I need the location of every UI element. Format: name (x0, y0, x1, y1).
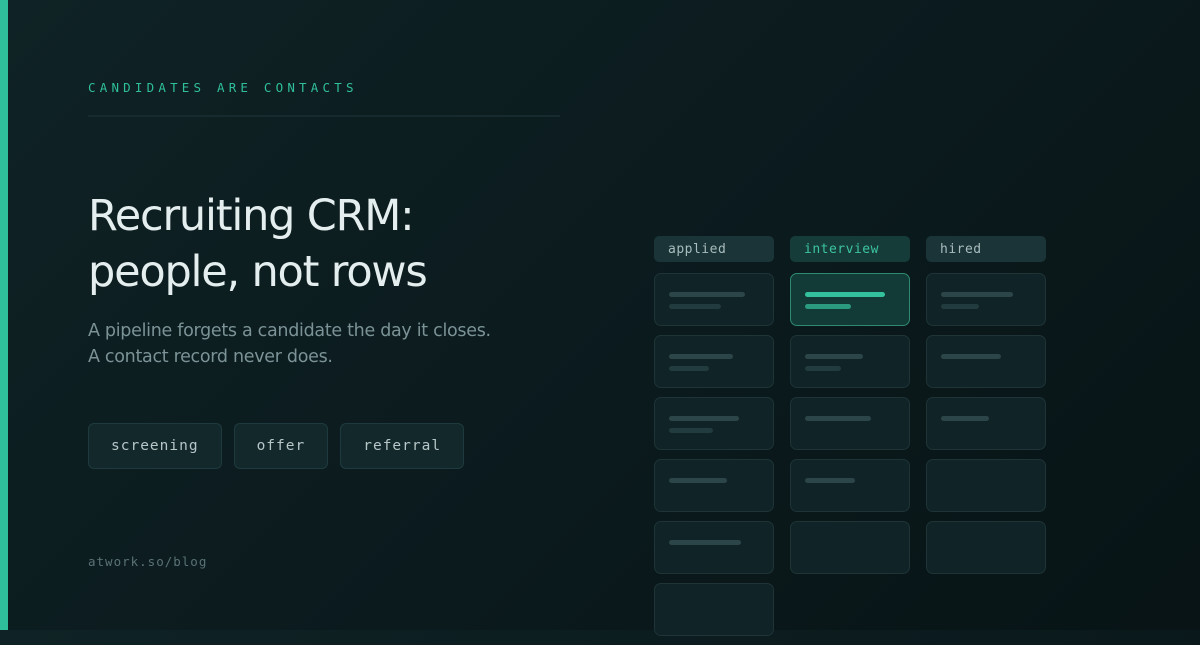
card-line (941, 292, 1013, 297)
candidate-card (654, 397, 774, 450)
card-line (669, 428, 713, 433)
card-line (669, 304, 721, 309)
candidate-card (926, 397, 1046, 450)
candidate-card (654, 335, 774, 388)
candidate-card (654, 521, 774, 574)
candidate-card (654, 459, 774, 512)
candidate-card (790, 521, 910, 574)
card-line (669, 366, 709, 371)
card-line (805, 354, 863, 359)
subtitle: A pipeline forgets a candidate the day i… (88, 318, 491, 370)
card-line (805, 292, 885, 297)
eyebrow-label: CANDIDATES ARE CONTACTS (88, 80, 358, 95)
card-line (941, 304, 979, 309)
candidate-card (654, 583, 774, 636)
card-line (669, 292, 745, 297)
column-header-interview: interview (790, 236, 910, 262)
card-line (669, 416, 739, 421)
pipeline-board: applied interview hired (654, 236, 1046, 645)
card-line (669, 540, 741, 545)
tag-offer: offer (233, 423, 329, 469)
card-line (805, 478, 855, 483)
card-line (805, 416, 871, 421)
card-line (941, 416, 989, 421)
tag-referral: referral (340, 423, 465, 469)
subtitle-line-1: A pipeline forgets a candidate the day i… (88, 321, 491, 341)
column-header-hired: hired (926, 236, 1046, 262)
tag-list: screening offer referral (88, 423, 465, 469)
card-line (805, 366, 841, 371)
candidate-card (790, 335, 910, 388)
card-line (669, 478, 727, 483)
card-line (941, 354, 1001, 359)
column-applied: applied (654, 236, 774, 645)
headline-line-1: Recruiting CRM: (88, 191, 415, 241)
subtitle-line-2: A contact record never does. (88, 347, 333, 367)
divider (88, 115, 560, 117)
card-line (669, 354, 733, 359)
headline-line-2: people, not rows (88, 247, 428, 297)
accent-bar (0, 0, 8, 630)
footer-url: atwork.so/blog (88, 554, 208, 569)
candidate-card (926, 459, 1046, 512)
column-interview: interview (790, 236, 910, 645)
candidate-card (654, 273, 774, 326)
candidate-card (790, 459, 910, 512)
candidate-card (926, 335, 1046, 388)
candidate-card (790, 397, 910, 450)
candidate-card (926, 521, 1046, 574)
candidate-card (926, 273, 1046, 326)
tag-screening: screening (88, 423, 222, 469)
headline: Recruiting CRM: people, not rows (88, 188, 428, 300)
card-line (805, 304, 851, 309)
column-header-applied: applied (654, 236, 774, 262)
candidate-card-selected (790, 273, 910, 326)
column-hired: hired (926, 236, 1046, 645)
